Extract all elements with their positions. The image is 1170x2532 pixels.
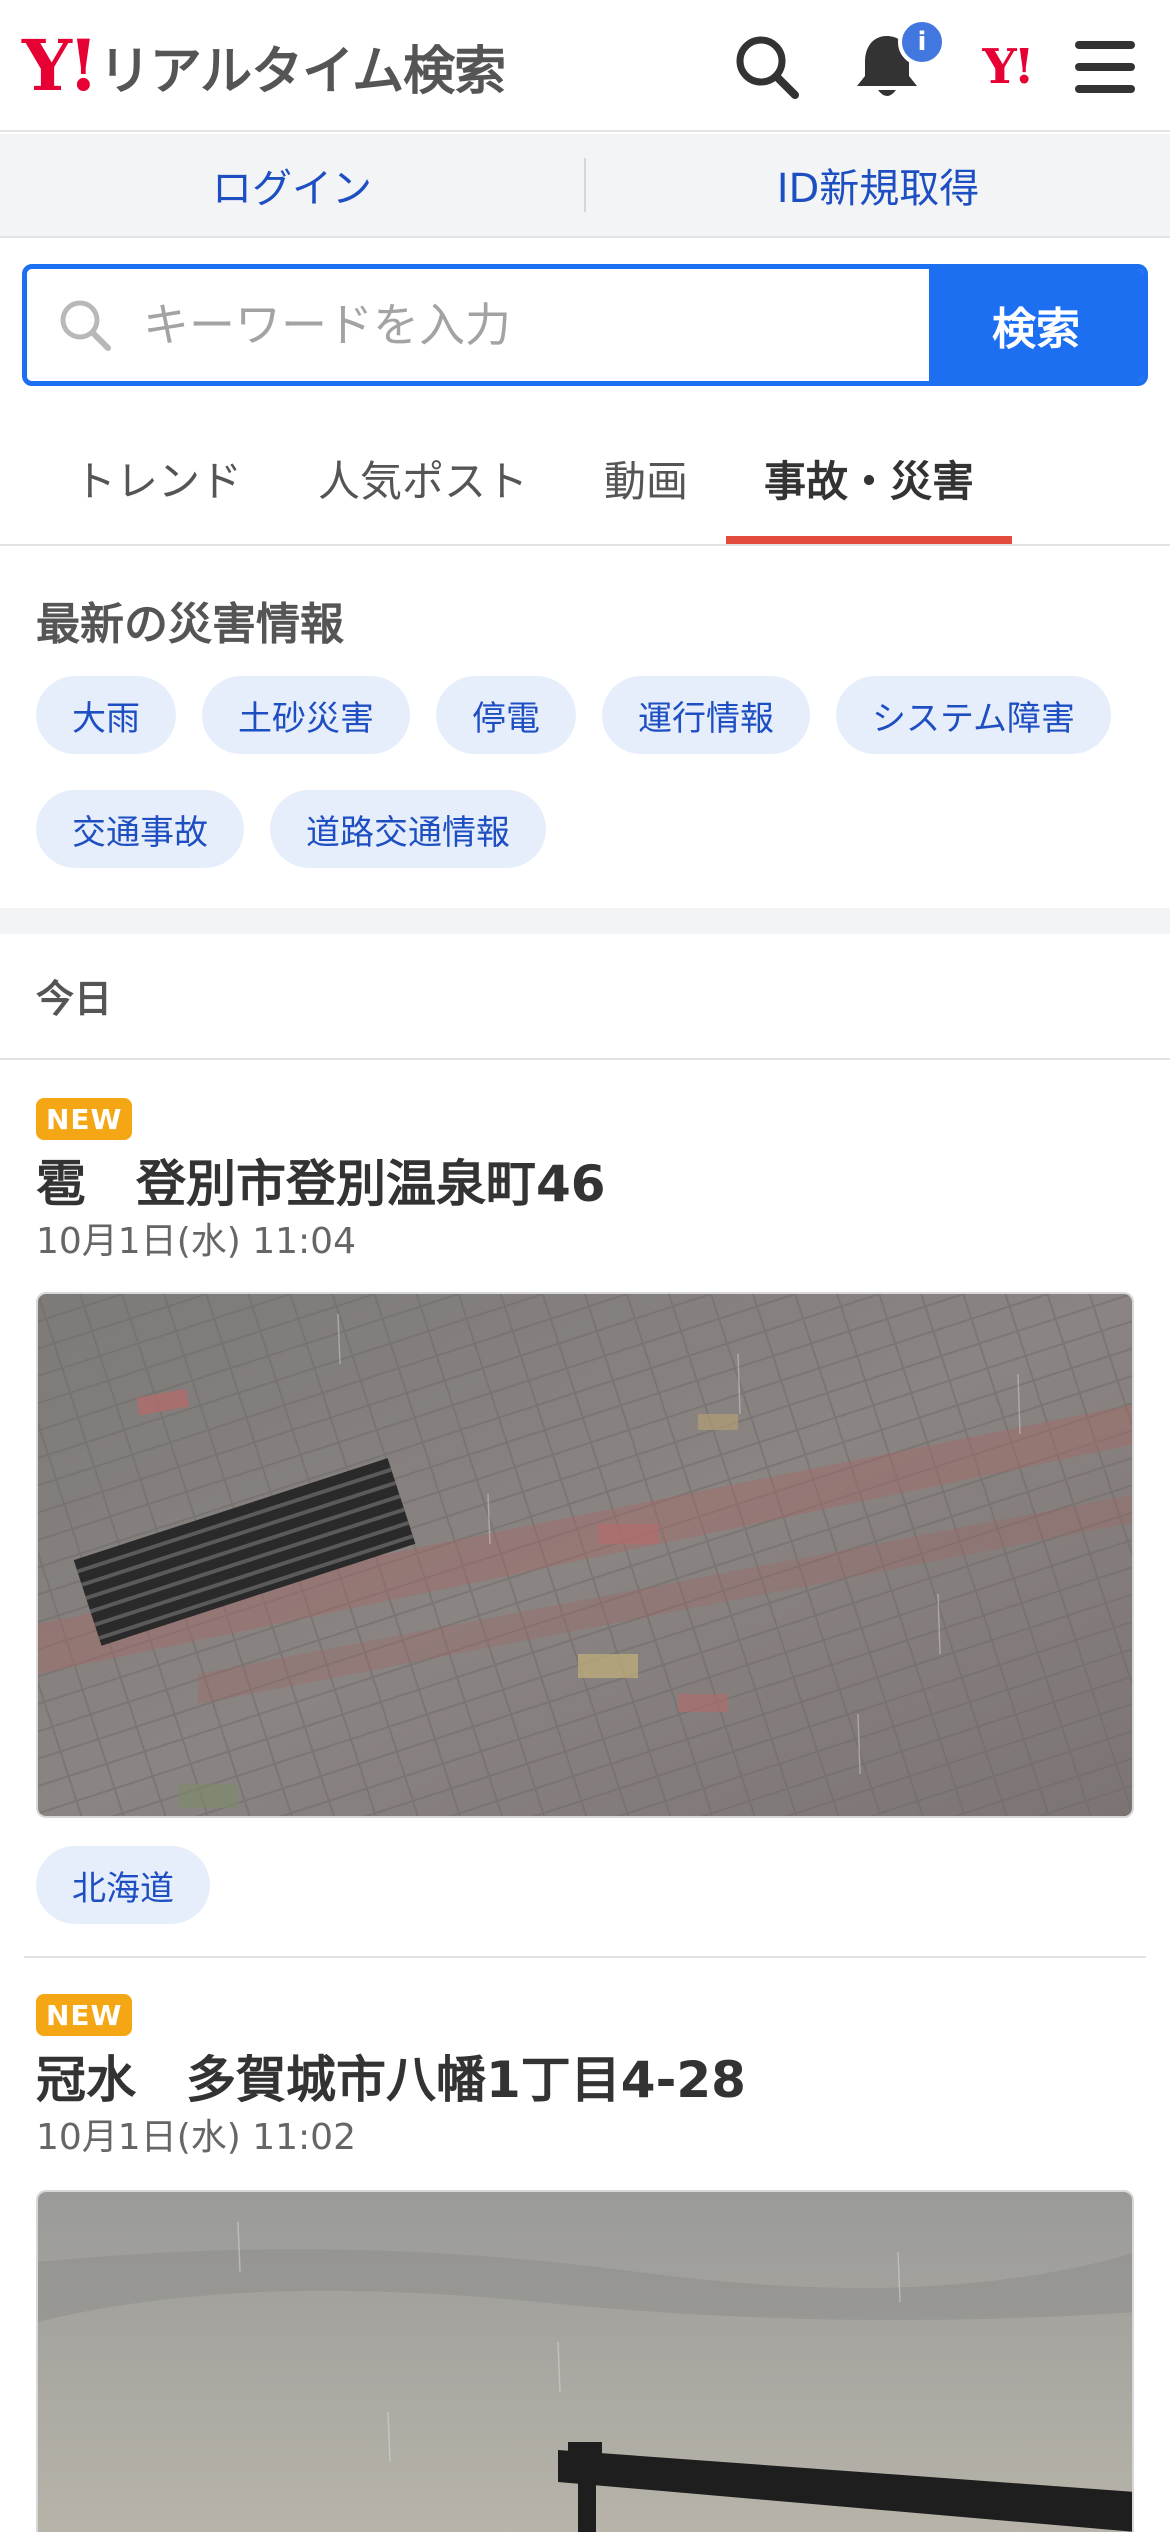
post-title: 雹 登別市登別温泉町46 — [36, 1155, 606, 1213]
search-input[interactable] — [143, 298, 863, 352]
app-header: Y! リアルタイム検索 i Y! — [0, 0, 1170, 132]
disaster-info-section: 最新の災害情報 大雨 土砂災害 停電 運行情報 システム障害 交通事故 道路交通… — [0, 548, 1170, 908]
chip-heavy-rain[interactable]: 大雨 — [36, 676, 176, 754]
chip-road-traffic-info[interactable]: 道路交通情報 — [270, 790, 546, 868]
search-button[interactable]: 検索 — [929, 269, 1143, 381]
tab-trend[interactable]: トレンド — [36, 412, 280, 544]
post-card[interactable]: NEW 雹 登別市登別温泉町46 10月1日(水) 11:04 北海道 — [0, 1060, 1170, 1960]
logo-mark: Y! — [22, 24, 99, 107]
tab-popular-posts[interactable]: 人気ポスト — [280, 412, 566, 544]
new-badge: NEW — [36, 1098, 133, 1140]
search-box: 検索 — [22, 264, 1148, 386]
section-title: 最新の災害情報 — [36, 599, 344, 650]
post-date: 10月1日(水) 11:02 — [36, 2117, 356, 2158]
region-tag[interactable]: 北海道 — [36, 1846, 210, 1924]
day-header: 今日 — [0, 934, 1170, 1060]
post-title: 冠水 多賀城市八幡1丁目4-28 — [36, 2051, 746, 2109]
search-icon[interactable] — [722, 22, 812, 112]
post-image[interactable] — [36, 2190, 1134, 2532]
chip-traffic-accident[interactable]: 交通事故 — [36, 790, 244, 868]
yahoo-mark: Y! — [982, 39, 1034, 95]
chip-power-outage[interactable]: 停電 — [436, 676, 576, 754]
logo-text: リアルタイム検索 — [98, 41, 506, 102]
category-tabs: トレンド 人気ポスト 動画 事故・災害 — [0, 412, 1170, 546]
search-field-icon — [60, 300, 111, 351]
chip-train-info[interactable]: 運行情報 — [602, 676, 810, 754]
post-image[interactable] — [36, 1292, 1134, 1818]
chip-system-failure[interactable]: システム障害 — [836, 676, 1111, 754]
disaster-chip-list: 大雨 土砂災害 停電 運行情報 システム障害 交通事故 道路交通情報 — [36, 676, 1146, 868]
yahoo-realtime-logo[interactable]: Y! リアルタイム検索 — [22, 24, 506, 107]
hamburger-menu-icon[interactable] — [1060, 22, 1150, 112]
post-date: 10月1日(水) 11:04 — [36, 1221, 356, 1262]
post-card[interactable]: NEW 冠水 多賀城市八幡1丁目4-28 10月1日(水) 11:02 — [0, 1958, 1170, 2532]
new-badge: NEW — [36, 1994, 133, 2036]
login-bar: ログイン ID新規取得 — [0, 134, 1170, 238]
login-link[interactable]: ログイン — [0, 156, 584, 214]
day-label: 今日 — [36, 977, 113, 1021]
tab-videos[interactable]: 動画 — [566, 412, 726, 544]
yahoo-account-icon[interactable]: Y! — [962, 22, 1052, 112]
search-field[interactable] — [27, 269, 929, 381]
section-gap — [0, 908, 1170, 934]
register-link[interactable]: ID新規取得 — [586, 156, 1170, 214]
tab-accidents-disasters[interactable]: 事故・災害 — [726, 412, 1013, 544]
notification-badge: i — [898, 18, 946, 66]
chip-landslide[interactable]: 土砂災害 — [202, 676, 410, 754]
